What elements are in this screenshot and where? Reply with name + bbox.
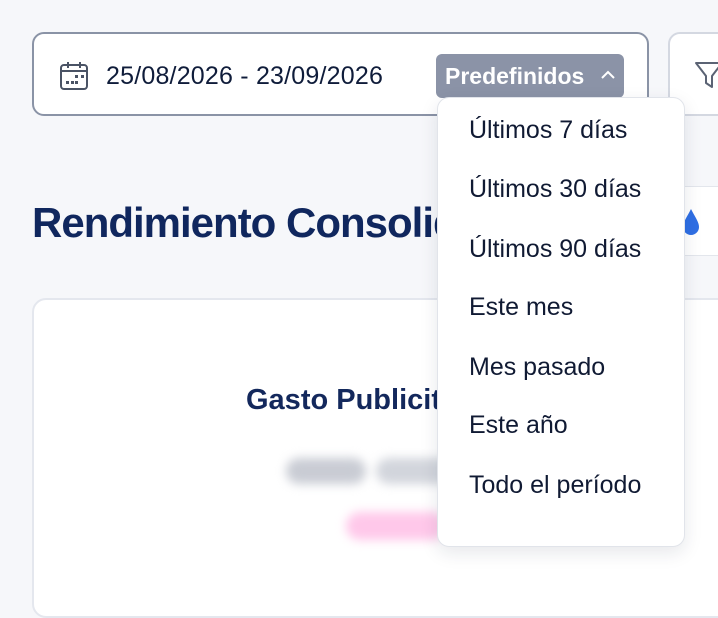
page-title: Rendimiento Consolid (32, 199, 459, 246)
presets-button[interactable]: Predefinidos (436, 54, 624, 98)
calendar-icon (60, 62, 88, 90)
presets-dropdown-menu: Últimos 7 días Últimos 30 días Últimos 9… (437, 97, 685, 547)
card-title: Gasto Publicit (246, 384, 441, 416)
preset-option-all-time[interactable]: Todo el período (469, 469, 641, 501)
preset-option-last-7-days[interactable]: Últimos 7 días (469, 114, 627, 146)
blurred-badge (346, 512, 446, 540)
preset-option-last-30-days[interactable]: Últimos 30 días (469, 173, 641, 205)
blurred-value (286, 458, 366, 484)
preset-option-this-year[interactable]: Este año (469, 409, 568, 441)
presets-button-label: Predefinidos (445, 63, 585, 89)
preset-option-last-90-days[interactable]: Últimos 90 días (469, 233, 641, 265)
preset-option-last-month[interactable]: Mes pasado (469, 351, 605, 383)
chevron-up-icon (601, 70, 615, 79)
preset-option-this-month[interactable]: Este mes (469, 291, 573, 323)
date-range-text[interactable]: 25/08/2026 - 23/09/2026 (106, 58, 383, 94)
filter-icon (695, 62, 718, 88)
